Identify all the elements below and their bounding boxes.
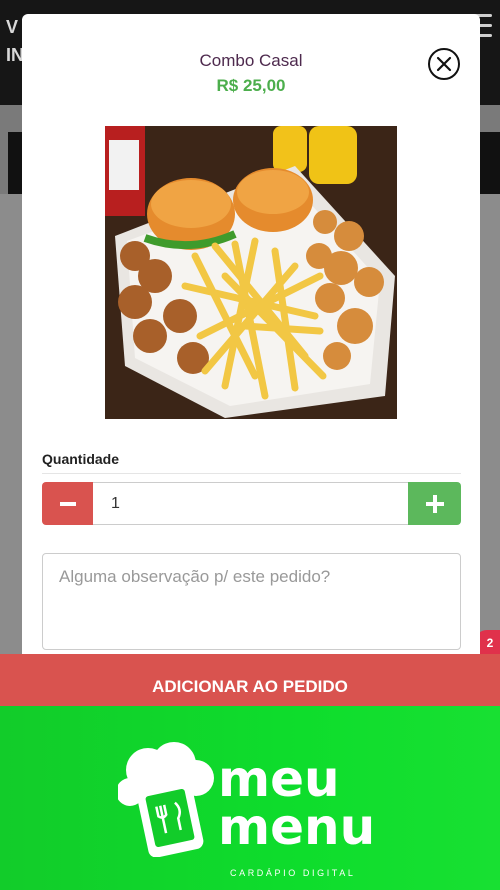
- logo-tagline: CARDÁPIO DIGITAL: [230, 868, 356, 878]
- close-button[interactable]: [428, 48, 460, 80]
- logo-text-line2: menu: [218, 798, 376, 856]
- product-price: R$ 25,00: [216, 76, 286, 95]
- product-photo: [105, 126, 397, 419]
- meu-menu-logo: meu menu CARDÁPIO DIGITAL: [118, 742, 383, 878]
- product-name: Combo Casal: [199, 51, 303, 70]
- minus-icon: [59, 501, 76, 506]
- plus-icon: [425, 494, 444, 513]
- chef-hat-phone-icon: [118, 742, 214, 857]
- background-header-text-1: V: [6, 17, 19, 37]
- increase-quantity-button[interactable]: [408, 482, 461, 525]
- order-notes-field[interactable]: [42, 553, 461, 650]
- logo-text-line1: meu: [218, 750, 340, 808]
- brand-banner: meu menu CARDÁPIO DIGITAL: [0, 706, 500, 890]
- quantity-label: Quantidade: [42, 451, 120, 467]
- add-to-order-button[interactable]: ADICIONAR AO PEDIDO: [0, 654, 500, 708]
- product-modal: Combo Casal R$ 25,00 Quantidade 1 Alguma…: [22, 14, 480, 664]
- quantity-input[interactable]: 1: [93, 482, 408, 525]
- decrease-quantity-button[interactable]: [42, 482, 93, 525]
- divider: [42, 473, 461, 474]
- close-icon: [436, 56, 452, 72]
